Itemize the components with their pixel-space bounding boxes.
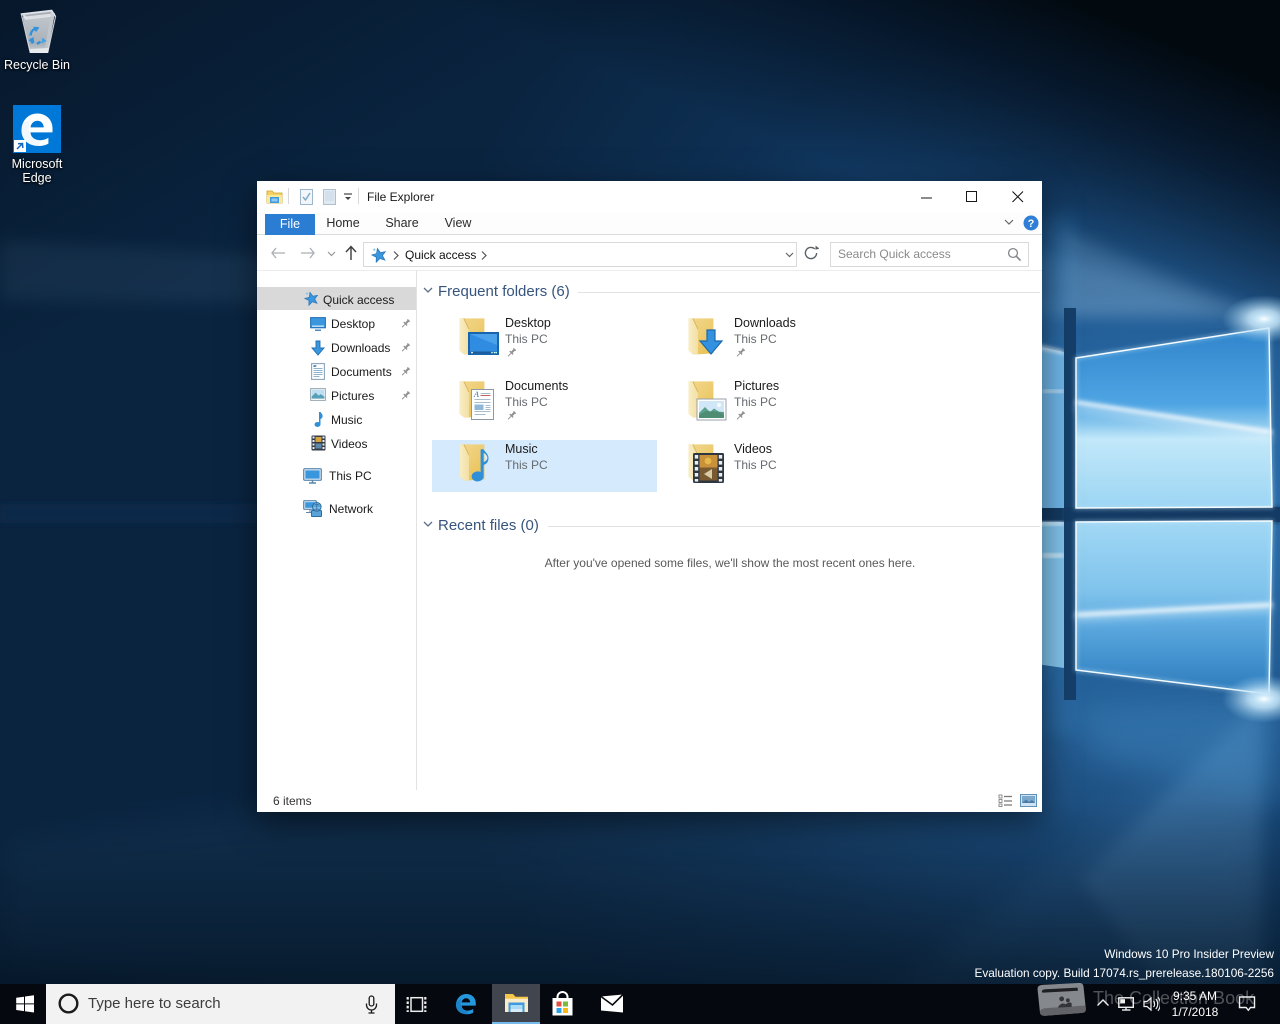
- svg-text:?: ?: [1028, 218, 1035, 230]
- svg-text:A: A: [473, 390, 479, 399]
